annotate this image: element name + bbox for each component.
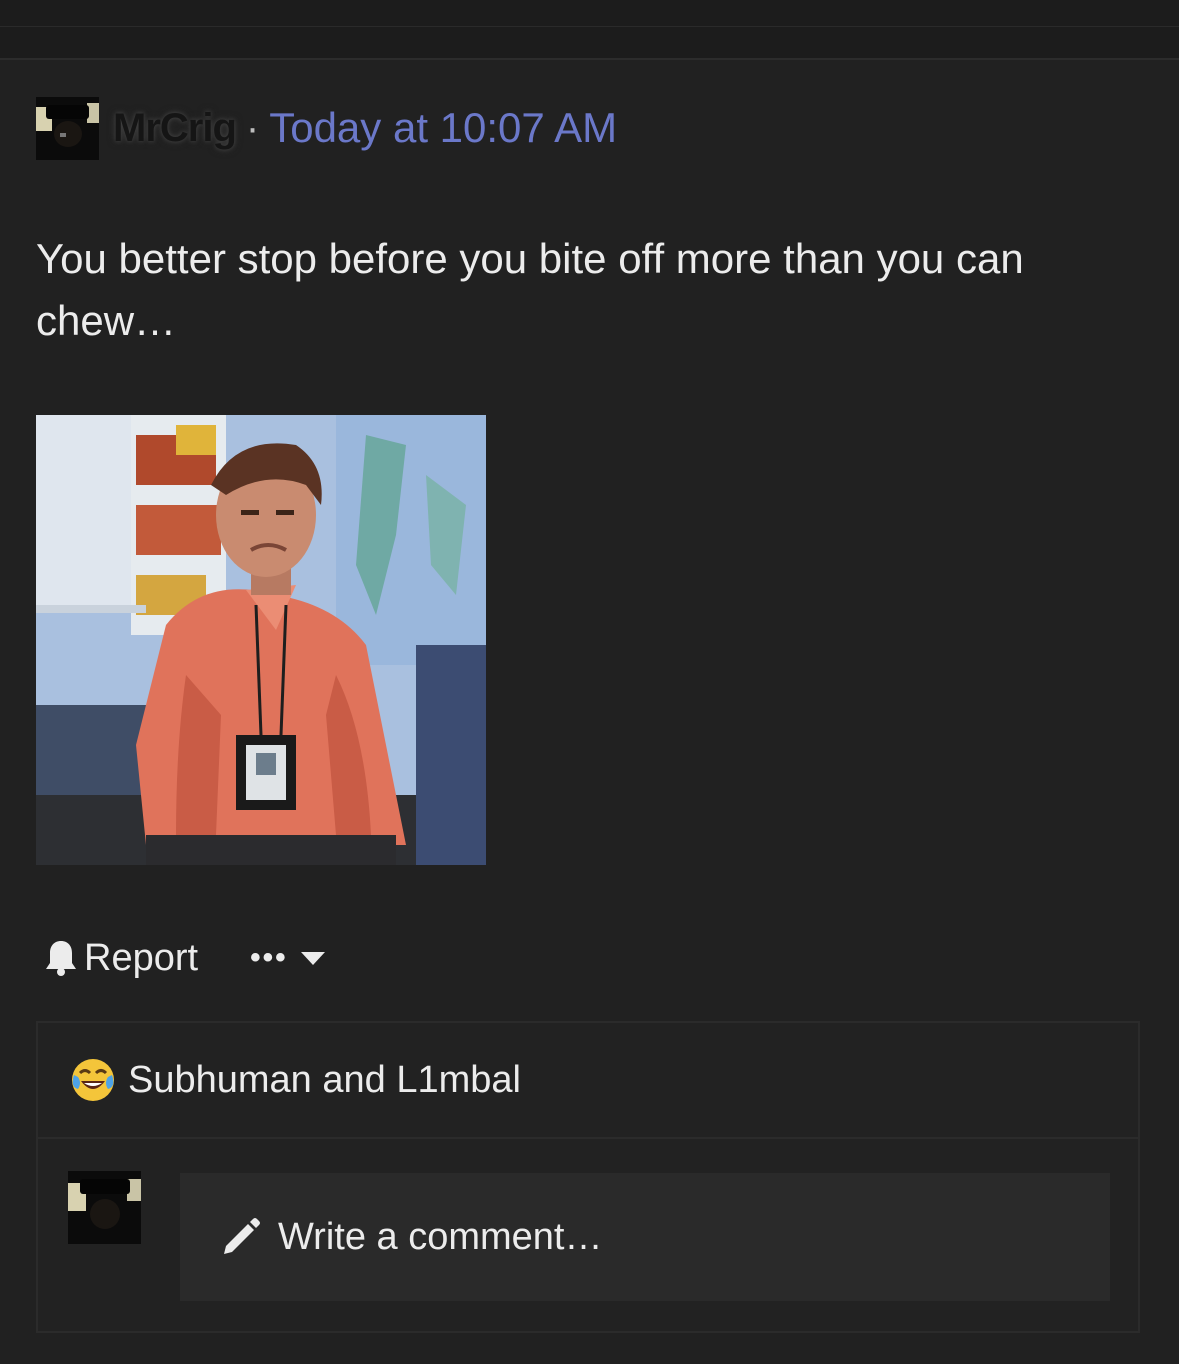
comment-placeholder: Write a comment… xyxy=(278,1215,603,1258)
current-user-avatar xyxy=(68,1171,141,1244)
reactions-panel: Subhuman and L1mbal Write a comment… xyxy=(36,1021,1140,1333)
bell-icon xyxy=(44,939,78,977)
post-actions: Report ••• xyxy=(44,930,326,986)
ellipsis-icon: ••• xyxy=(250,941,288,974)
reaction-names[interactable]: Subhuman and L1mbal xyxy=(128,1059,521,1102)
user-avatar[interactable] xyxy=(36,96,99,160)
post-message: You better stop before you bite off more… xyxy=(36,235,1024,344)
post-timestamp[interactable]: Today at 10:07 AM xyxy=(269,104,617,152)
crying-laughing-emoji xyxy=(70,1057,116,1103)
comment-input[interactable]: Write a comment… xyxy=(180,1173,1110,1301)
top-bar xyxy=(0,0,1179,60)
separator-dot: · xyxy=(245,105,260,150)
report-label: Report xyxy=(84,936,199,979)
username[interactable]: MrCrig xyxy=(113,106,237,151)
report-button[interactable]: Report xyxy=(44,937,198,980)
reactions-summary[interactable]: Subhuman and L1mbal xyxy=(38,1023,1138,1139)
divider xyxy=(0,26,1179,27)
comment-row: Write a comment… xyxy=(38,1139,1138,1333)
more-options-button[interactable]: ••• xyxy=(250,941,326,975)
post-gif-image[interactable] xyxy=(36,415,486,865)
caret-down-icon xyxy=(300,950,326,966)
pencil-icon xyxy=(220,1216,262,1258)
post-header: MrCrig · Today at 10:07 AM xyxy=(36,96,617,160)
